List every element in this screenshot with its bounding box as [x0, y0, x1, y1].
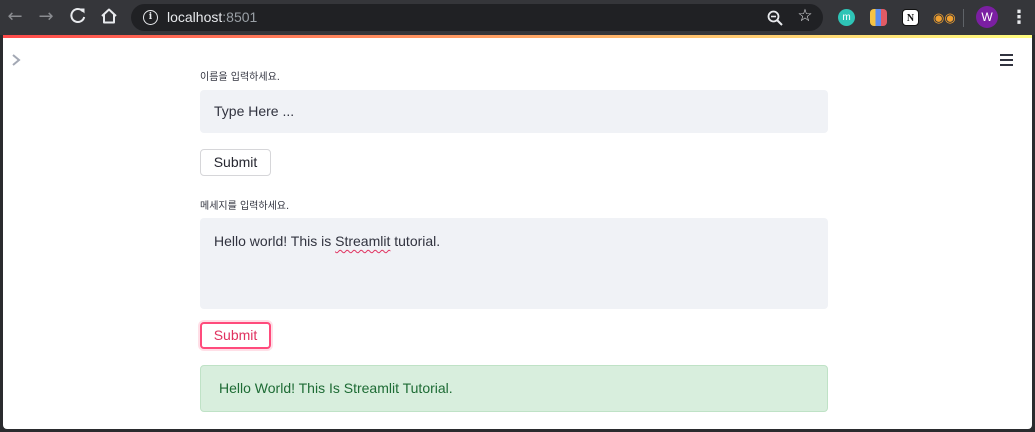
zoom-icon[interactable] — [766, 9, 784, 27]
back-icon[interactable]: ← — [5, 7, 25, 27]
success-alert: Hello World! This Is Streamlit Tutorial. — [200, 365, 828, 412]
address-bar[interactable]: i localhost:8501 ☆ — [131, 4, 823, 31]
toolbar-divider — [963, 9, 964, 27]
extension-grid-icon[interactable] — [870, 9, 887, 26]
info-icon[interactable]: i — [143, 10, 158, 25]
submit-name-button[interactable]: Submit — [200, 149, 271, 176]
home-icon[interactable] — [99, 7, 119, 27]
submit-message-button[interactable]: Submit — [200, 322, 271, 349]
notion-icon[interactable]: N — [902, 9, 919, 26]
page-viewport: 이름을 입력하세요. Type Here ... Submit 메세지를 입력하… — [3, 38, 1032, 429]
message-label: 메세지를 입력하세요. — [200, 201, 290, 212]
forward-icon[interactable]: → — [36, 7, 56, 27]
star-icon[interactable]: ☆ — [795, 6, 815, 26]
extension-eyes-icon[interactable]: ◉◉ — [933, 9, 956, 26]
url-text: localhost:8501 — [167, 9, 258, 25]
profile-avatar[interactable]: W — [976, 6, 998, 28]
message-textarea[interactable]: Hello world! This is Streamlit tutorial. — [200, 218, 828, 309]
name-input[interactable]: Type Here ... — [200, 90, 828, 133]
hamburger-menu-icon[interactable] — [1000, 54, 1014, 68]
chevron-right-icon[interactable] — [9, 52, 23, 66]
more-icon[interactable]: ⋮ — [1010, 8, 1028, 28]
extension-m-icon[interactable]: m — [838, 9, 855, 26]
reload-icon[interactable] — [68, 7, 88, 27]
browser-window: ← → i localhost:8501 ☆ m N ◉◉ W ⋮ 이름을 입력… — [0, 0, 1035, 432]
name-label: 이름을 입력하세요. — [200, 72, 280, 83]
browser-toolbar: ← → i localhost:8501 ☆ m N ◉◉ W ⋮ — [0, 0, 1035, 35]
